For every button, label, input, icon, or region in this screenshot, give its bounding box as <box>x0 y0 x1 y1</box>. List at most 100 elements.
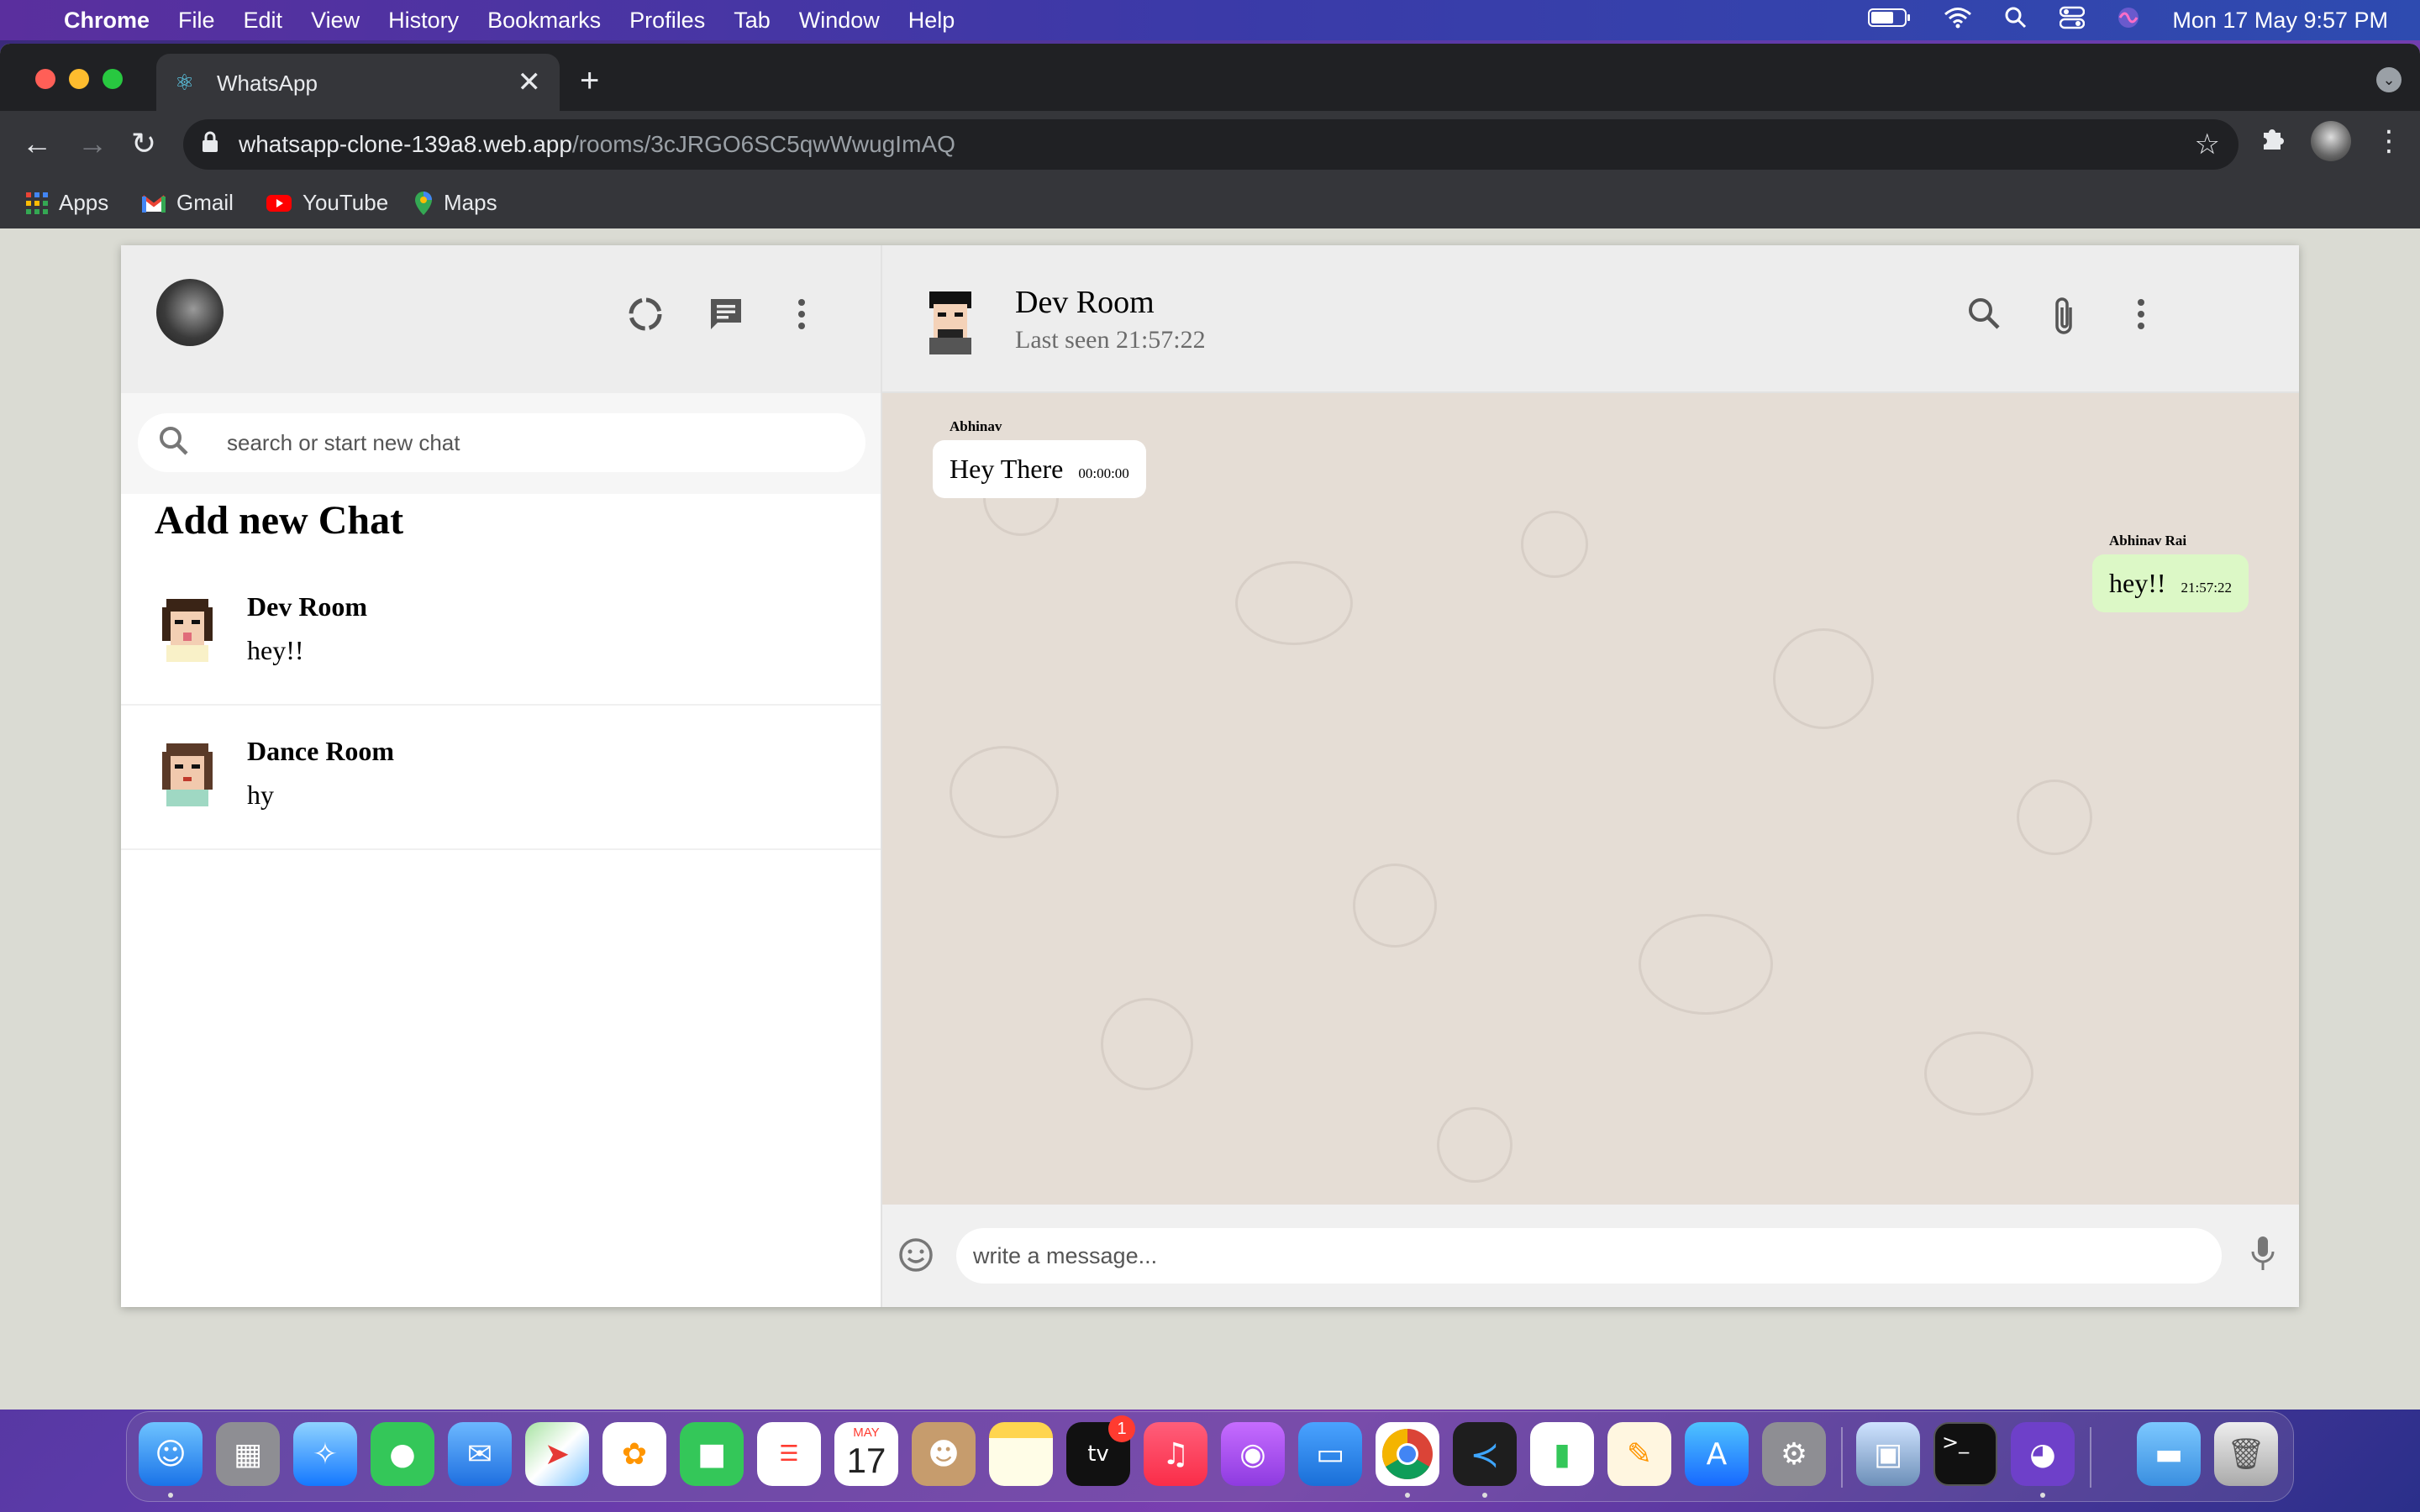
music-note-icon: ♫ <box>1161 1436 1190 1472</box>
menu-help[interactable]: Help <box>908 8 955 34</box>
search-bar <box>121 393 881 494</box>
tab-title: WhatsApp <box>217 71 318 96</box>
dock-downloads-folder[interactable]: ▬ <box>2137 1422 2201 1486</box>
bookmark-star-icon[interactable]: ☆ <box>2195 128 2220 161</box>
dance-room-avatar <box>158 739 217 806</box>
reload-icon[interactable]: ↻ <box>131 126 156 161</box>
microphone-icon[interactable] <box>2250 1235 2275 1278</box>
dock-launchpad[interactable]: ▦ <box>216 1422 280 1486</box>
dock-calendar[interactable]: MAY 17 <box>834 1422 898 1486</box>
dock-safari[interactable]: ✧ <box>293 1422 357 1486</box>
message-time: 00:00:00 <box>1078 465 1129 481</box>
chat-item-dance-room[interactable]: Dance Room hy <box>121 706 881 850</box>
dock-trash[interactable]: 🗑 <box>2214 1422 2278 1486</box>
new-chat-icon[interactable] <box>708 296 744 339</box>
search-input[interactable] <box>227 427 832 459</box>
message-time: 21:57:22 <box>2181 580 2232 596</box>
keynote-podium-icon: ▭ <box>1315 1436 1344 1472</box>
message-bubble[interactable]: hey!! 21:57:22 <box>2092 554 2249 612</box>
attach-icon[interactable] <box>2052 296 2077 343</box>
dock-reminders[interactable]: ☰ <box>757 1422 821 1486</box>
sidebar-more-icon[interactable] <box>797 296 807 339</box>
control-center-icon[interactable] <box>2060 6 2086 35</box>
lock-icon[interactable] <box>202 131 218 159</box>
dock-pages[interactable]: ✎ <box>1607 1422 1671 1486</box>
new-tab-button[interactable]: + <box>580 62 599 100</box>
wifi-icon[interactable] <box>1944 7 1972 34</box>
message-composer <box>882 1205 2299 1307</box>
dock-music[interactable]: ♫ <box>1144 1422 1207 1486</box>
dock-maps[interactable]: ➤ <box>525 1422 589 1486</box>
bookmark-youtube[interactable]: YouTube <box>266 190 388 216</box>
add-new-chat[interactable]: Add new Chat <box>155 494 881 561</box>
dock-notes[interactable] <box>989 1422 1053 1486</box>
menu-history[interactable]: History <box>388 8 459 34</box>
dock-contacts[interactable]: ☻ <box>912 1422 976 1486</box>
tab-close-icon[interactable]: ✕ <box>518 66 542 99</box>
message-field <box>956 1228 2222 1284</box>
menu-edit[interactable]: Edit <box>244 8 283 34</box>
tab-whatsapp[interactable]: ⚛ WhatsApp ✕ <box>156 54 560 111</box>
doodle-pattern <box>950 746 1059 838</box>
dock-mail[interactable]: ✉ <box>448 1422 512 1486</box>
emoji-icon[interactable] <box>897 1236 934 1280</box>
menu-app-name[interactable]: Chrome <box>64 8 150 34</box>
status-icon[interactable] <box>627 296 664 339</box>
menu-bookmarks[interactable]: Bookmarks <box>487 8 601 34</box>
spotlight-search-icon[interactable] <box>2004 6 2028 35</box>
dock-facetime[interactable]: ■ <box>680 1422 744 1486</box>
sidebar-header <box>121 245 881 393</box>
apps-grid-icon <box>26 192 48 214</box>
dock-system-preferences[interactable]: ⚙ <box>1762 1422 1826 1486</box>
dock-github-desktop[interactable]: ◕ <box>2011 1422 2075 1486</box>
dock-finder[interactable]: ☺ <box>139 1422 203 1486</box>
room-avatar[interactable] <box>921 287 980 354</box>
message-sent: Abhinav Rai hey!! 21:57:22 <box>2092 533 2249 612</box>
user-avatar[interactable] <box>156 279 224 346</box>
chat-pane: Dev Room Last seen 21:57:22 Abhinav Hey … <box>882 245 2299 1307</box>
dock-app-store[interactable]: A <box>1685 1422 1749 1486</box>
dock-keynote[interactable]: ▭ <box>1298 1422 1362 1486</box>
bookmark-gmail[interactable]: Gmail <box>141 190 234 216</box>
address-bar[interactable]: whatsapp-clone-139a8.web.app/rooms/3cJRG… <box>183 119 2238 170</box>
bookmark-apps[interactable]: Apps <box>25 190 108 216</box>
dock-numbers[interactable]: ▮ <box>1530 1422 1594 1486</box>
menubar-clock[interactable]: Mon 17 May 9:57 PM <box>2172 8 2388 34</box>
bookmark-maps[interactable]: Maps <box>413 190 497 216</box>
chat-search-icon[interactable] <box>1966 296 2002 338</box>
menu-view[interactable]: View <box>311 8 360 34</box>
url-text[interactable]: whatsapp-clone-139a8.web.app/rooms/3cJRG… <box>239 131 955 158</box>
doodle-pattern <box>1353 864 1437 948</box>
url-host: whatsapp-clone-139a8.web.app <box>239 131 572 157</box>
message-input[interactable] <box>973 1240 2200 1272</box>
dock-vscode[interactable]: ≺ <box>1453 1422 1517 1486</box>
zoom-window-button[interactable] <box>103 69 123 89</box>
message-bubble[interactable]: Hey There 00:00:00 <box>933 440 1146 498</box>
profile-avatar[interactable] <box>2311 121 2351 161</box>
dock-terminal[interactable]: >_ <box>1933 1422 1997 1486</box>
dock-preview[interactable]: ▣ <box>1856 1422 1920 1486</box>
menu-tab[interactable]: Tab <box>734 8 771 34</box>
battery-icon[interactable] <box>1868 8 1912 34</box>
browser-toolbar: ← → ↻ whatsapp-clone-139a8.web.app/rooms… <box>0 111 2420 178</box>
dock-tv[interactable]: tv 1 <box>1066 1415 1135 1486</box>
forward-arrow-icon[interactable]: → <box>77 126 108 161</box>
chat-last-message: hy <box>247 780 274 810</box>
close-window-button[interactable] <box>35 69 55 89</box>
chat-item-dev-room[interactable]: Dev Room hey!! <box>121 561 881 706</box>
siri-icon[interactable] <box>2117 6 2140 35</box>
back-arrow-icon[interactable]: ← <box>22 126 52 161</box>
tab-search-chevron-icon[interactable]: ⌄ <box>2376 67 2402 92</box>
dock-messages[interactable]: ● <box>371 1422 434 1486</box>
dock-podcasts[interactable]: ◉ <box>1221 1422 1285 1486</box>
dock-photos[interactable]: ✿ <box>602 1422 666 1486</box>
menu-window[interactable]: Window <box>799 8 880 34</box>
chrome-menu-icon[interactable]: ⋮ <box>2375 124 2403 158</box>
chat-more-icon[interactable] <box>2136 296 2146 339</box>
menu-profiles[interactable]: Profiles <box>629 8 705 34</box>
menu-file[interactable]: File <box>178 8 215 34</box>
maps-pin-icon <box>415 191 432 215</box>
extensions-puzzle-icon[interactable] <box>2259 124 2287 160</box>
dock-chrome[interactable] <box>1376 1422 1439 1486</box>
minimize-window-button[interactable] <box>69 69 89 89</box>
